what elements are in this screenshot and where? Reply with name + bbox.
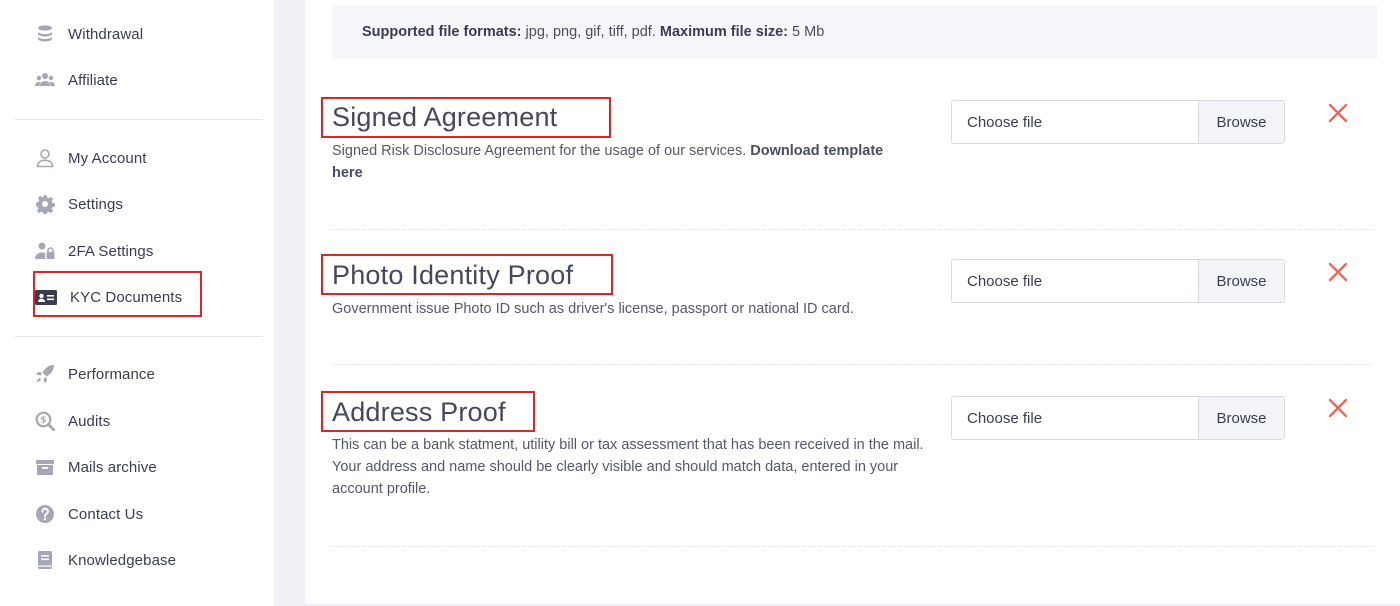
sidebar-item-affiliate[interactable]: Affiliate [35, 68, 118, 92]
document-description: Government issue Photo ID such as driver… [332, 301, 854, 317]
svg-text:$: $ [41, 416, 47, 426]
sidebar: Withdrawal Affiliate My Account Settings… [0, 0, 274, 606]
rocket-icon [35, 364, 55, 384]
remove-file-button[interactable] [1327, 261, 1349, 283]
sidebar-item-label: Knowledgebase [68, 551, 177, 569]
sidebar-item-label: Mails archive [68, 458, 157, 476]
document-title: Address Proof [332, 397, 506, 427]
id-card-icon [35, 287, 57, 307]
sidebar-item-label: Audits [68, 412, 111, 430]
close-icon [1328, 103, 1348, 123]
document-title: Photo Identity Proof [332, 260, 574, 290]
sidebar-divider [15, 119, 263, 120]
file-upload-group: Choose file Browse [951, 259, 1285, 303]
sidebar-item-performance[interactable]: Performance [35, 362, 155, 386]
sidebar-item-2fa-settings[interactable]: 2FA Settings [35, 239, 153, 263]
search-dollar-icon: $ [35, 411, 55, 431]
sidebar-item-withdrawal[interactable]: Withdrawal [35, 22, 143, 46]
gear-icon [35, 194, 55, 214]
sidebar-item-label: Affiliate [68, 71, 118, 89]
book-icon [35, 550, 55, 570]
sidebar-item-settings[interactable]: Settings [35, 192, 123, 216]
section-divider [332, 364, 1372, 365]
coins-stack-icon [35, 24, 55, 44]
browse-button[interactable]: Browse [1198, 101, 1284, 143]
sidebar-item-label: Withdrawal [68, 25, 144, 43]
file-upload-group: Choose file Browse [951, 396, 1285, 440]
remove-file-button[interactable] [1327, 102, 1349, 124]
sidebar-item-label: My Account [68, 149, 147, 167]
document-description: This can be a bank statment, utility bil… [332, 437, 924, 497]
kyc-documents-panel: Supported file formats: jpg, png, gif, t… [305, 0, 1400, 604]
description-text: Signed Risk Disclosure Agreement for the… [332, 143, 751, 159]
remove-file-button[interactable] [1327, 397, 1349, 419]
file-upload-group: Choose file Browse [951, 100, 1285, 144]
sidebar-item-label: Contact Us [68, 505, 144, 523]
file-format-notice: Supported file formats: jpg, png, gif, t… [332, 6, 1377, 58]
question-circle-icon [35, 504, 55, 524]
sidebar-item-kyc-documents[interactable]: KYC Documents [35, 285, 182, 309]
document-title: Signed Agreement [332, 102, 558, 132]
sidebar-item-my-account[interactable]: My Account [35, 146, 147, 170]
formats-value: jpg, png, gif, tiff, pdf. [521, 24, 660, 40]
formats-label: Supported file formats: [362, 24, 522, 40]
sidebar-item-label: 2FA Settings [68, 242, 154, 260]
file-input[interactable]: Choose file [952, 397, 1198, 439]
close-icon [1328, 262, 1348, 282]
size-value: 5 Mb [788, 24, 825, 40]
sidebar-item-label: KYC Documents [70, 288, 183, 306]
close-icon [1328, 398, 1348, 418]
archive-box-icon [35, 457, 55, 477]
section-divider [332, 229, 1372, 230]
document-description: Signed Risk Disclosure Agreement for the… [332, 140, 907, 184]
browse-button[interactable]: Browse [1198, 260, 1284, 302]
sidebar-item-label: Performance [68, 365, 155, 383]
user-icon [35, 148, 55, 168]
sidebar-divider [15, 336, 263, 337]
sidebar-item-label: Settings [68, 195, 123, 213]
file-input[interactable]: Choose file [952, 260, 1198, 302]
sidebar-item-mails-archive[interactable]: Mails archive [35, 455, 157, 479]
users-group-icon [35, 70, 55, 90]
section-divider [332, 546, 1372, 547]
sidebar-item-contact-us[interactable]: Contact Us [35, 502, 143, 526]
browse-button[interactable]: Browse [1198, 397, 1284, 439]
file-input[interactable]: Choose file [952, 101, 1198, 143]
size-label: Maximum file size: [659, 24, 789, 40]
sidebar-item-audits[interactable]: $ Audits [35, 409, 110, 433]
user-lock-icon [35, 241, 55, 261]
sidebar-item-knowledgebase[interactable]: Knowledgebase [35, 548, 176, 572]
